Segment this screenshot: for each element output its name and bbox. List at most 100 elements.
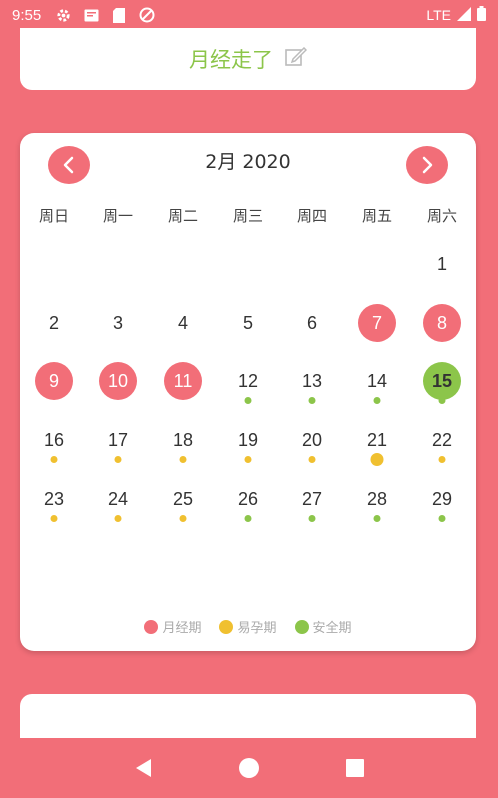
sim-icon [111, 7, 127, 23]
calendar-day[interactable]: 14 [355, 359, 399, 404]
legend: 月经期 易孕期 安全期 [20, 617, 476, 636]
fertile-day-dot [50, 515, 58, 522]
calendar-day[interactable]: 12 [226, 359, 270, 404]
day-number: 3 [112, 312, 123, 333]
weekday-header: 周日 周一 周二 周三 周四 周五 周六 [20, 205, 476, 227]
safe-day-dot [373, 515, 381, 522]
legend-item-safe: 安全期 [294, 617, 352, 636]
calendar-day[interactable]: 22 [420, 418, 464, 463]
safe-day-dot [308, 515, 316, 522]
weekday-label: 周六 [426, 207, 457, 225]
calendar-day[interactable]: 27 [290, 477, 334, 522]
calendar-day[interactable]: 21 [355, 418, 399, 466]
calendar-day[interactable]: 16 [32, 418, 76, 463]
day-number: 22 [431, 429, 453, 450]
calendar-day[interactable]: 18 [161, 418, 205, 463]
safe-day-dot [373, 397, 381, 404]
no-disturb-icon [139, 7, 155, 23]
weekday-label: 周四 [296, 207, 327, 225]
day-number: 20 [301, 429, 323, 450]
day-number: 7 [371, 312, 382, 333]
calendar-day[interactable]: 11 [161, 359, 205, 403]
calendar-day[interactable]: 6 [290, 301, 334, 345]
day-number: 16 [43, 429, 65, 450]
day-number: 2 [48, 312, 59, 333]
day-number: 27 [301, 488, 323, 509]
edit-icon[interactable] [285, 46, 308, 71]
fertile-day-dot [244, 456, 252, 463]
period-status-message: 月经走了 [189, 48, 273, 72]
calendar-day[interactable]: 25 [161, 477, 205, 522]
legend-swatch [144, 619, 159, 634]
legend-item-fertile: 易孕期 [219, 617, 277, 636]
back-icon[interactable] [123, 748, 163, 788]
network-label: LTE [426, 7, 451, 23]
day-number: 9 [48, 370, 59, 391]
signal-icon [457, 6, 471, 24]
message-icon [83, 7, 99, 23]
calendar-card: 2月 2020 周日 周一 周二 周三 周四 周五 周六 1 2 3 4 5 6 7 8 9 10… [20, 133, 476, 651]
calendar-day[interactable]: 5 [226, 301, 270, 345]
calendar-day[interactable]: 10 [96, 359, 140, 403]
fertile-day-dot [114, 456, 122, 463]
calendar-day[interactable]: 13 [290, 359, 334, 404]
day-number: 24 [107, 488, 129, 509]
day-number: 10 [107, 370, 129, 391]
calendar-day[interactable]: 20 [290, 418, 334, 463]
weekday-label: 周一 [102, 207, 133, 225]
status-bar: 9:55 LTE [0, 0, 498, 30]
home-icon[interactable] [229, 748, 269, 788]
fertile-day-dot [179, 456, 187, 463]
fertile-day-dot [370, 453, 384, 466]
calendar-day[interactable]: 24 [96, 477, 140, 522]
gear-icon [55, 7, 71, 23]
calendar-day[interactable]: 19 [226, 418, 270, 463]
legend-item-period: 月经期 [144, 617, 201, 636]
calendar-day[interactable]: 2 [32, 301, 76, 345]
calendar-day[interactable]: 4 [161, 301, 205, 345]
weekday-label: 周五 [361, 207, 392, 225]
calendar-day[interactable]: 9 [32, 359, 76, 403]
day-number: 4 [177, 312, 188, 333]
weekday-label: 周三 [232, 207, 263, 225]
status-time: 9:55 [12, 6, 42, 24]
legend-swatch [219, 619, 234, 634]
recents-icon[interactable] [335, 748, 375, 788]
period-status-card: 月经走了 [20, 28, 476, 90]
calendar-day[interactable]: 28 [355, 477, 399, 522]
status-right: LTE [426, 6, 486, 24]
calendar-day[interactable]: 29 [420, 477, 464, 522]
day-number: 12 [237, 370, 259, 391]
calendar-day[interactable]: 23 [32, 477, 76, 522]
day-number: 13 [301, 370, 323, 391]
fertile-day-dot [50, 456, 58, 463]
battery-icon [477, 6, 486, 24]
calendar-day-today[interactable]: 15 [420, 359, 464, 404]
chevron-right-icon [422, 156, 433, 174]
day-number: 11 [173, 370, 193, 391]
day-number: 19 [237, 429, 259, 450]
legend-swatch [294, 619, 309, 634]
day-number: 6 [306, 312, 317, 333]
calendar-day[interactable]: 7 [355, 301, 399, 345]
calendar-day[interactable]: 1 [420, 242, 464, 286]
day-number: 21 [366, 429, 388, 450]
legend-label: 易孕期 [237, 621, 277, 636]
day-number: 23 [43, 488, 65, 509]
calendar-day[interactable]: 17 [96, 418, 140, 463]
safe-day-dot [308, 397, 316, 404]
day-number: 5 [242, 312, 253, 333]
day-number: 8 [436, 312, 447, 333]
day-number: 18 [172, 429, 194, 450]
calendar-day[interactable]: 26 [226, 477, 270, 522]
calendar-day[interactable]: 8 [420, 301, 464, 345]
next-month-button[interactable] [406, 146, 448, 184]
safe-day-dot [438, 397, 446, 404]
system-nav-bar [0, 738, 498, 798]
safe-day-dot [438, 515, 446, 522]
weekday-label: 周日 [38, 207, 69, 225]
fertile-day-dot [438, 456, 446, 463]
calendar-day[interactable]: 3 [96, 301, 140, 345]
fertile-day-dot [308, 456, 316, 463]
safe-day-dot [244, 397, 252, 404]
